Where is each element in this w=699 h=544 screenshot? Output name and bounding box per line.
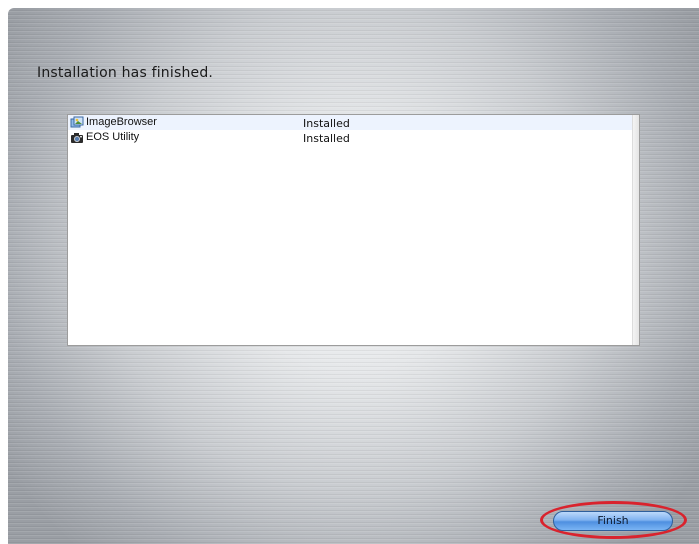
installed-software-list: ImageBrowser Installed EOS Utility Insta…	[67, 114, 640, 346]
item-status: Installed	[303, 117, 350, 130]
list-item[interactable]: ImageBrowser Installed	[68, 115, 639, 130]
installer-window: Installation has finished. ImageBrowser …	[8, 8, 699, 544]
finish-button[interactable]: Finish	[553, 511, 673, 531]
item-status: Installed	[303, 132, 350, 145]
list-item[interactable]: EOS Utility Installed	[68, 130, 639, 145]
item-name: EOS Utility	[86, 131, 140, 143]
item-name: ImageBrowser	[86, 116, 157, 128]
list-scrollbar[interactable]	[632, 115, 639, 345]
imagebrowser-icon	[70, 116, 84, 129]
installer-page: Installation has finished. ImageBrowser …	[0, 0, 699, 544]
eos-utility-icon	[70, 131, 84, 144]
page-title: Installation has finished.	[37, 65, 214, 81]
